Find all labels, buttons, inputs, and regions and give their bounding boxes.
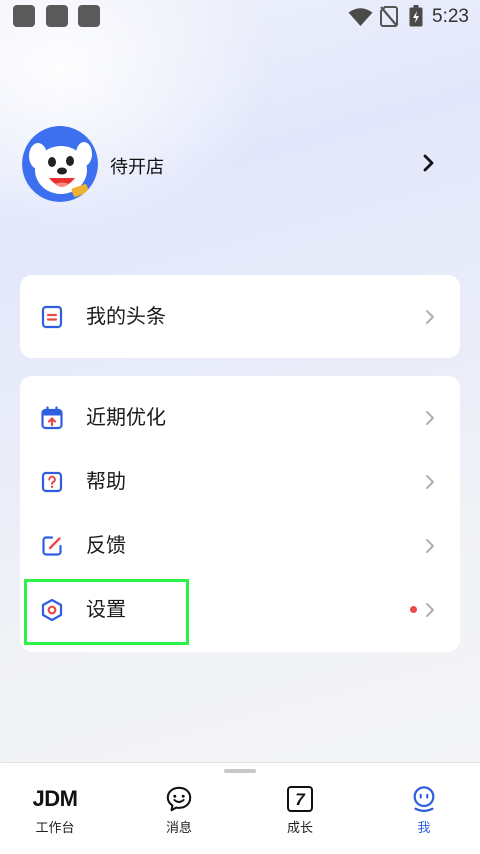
battery-charging-icon [409, 5, 423, 27]
headline-document-icon [40, 305, 64, 329]
chevron-right-icon [426, 603, 434, 617]
tab-label: 我 [417, 820, 431, 835]
profile-face-icon [413, 786, 435, 813]
no-sim-icon [380, 6, 398, 27]
status-time: 5:23 [432, 6, 469, 27]
jdm-logo: JDM [32, 786, 78, 811]
notification-icon [78, 5, 100, 27]
highlight-box [24, 579, 189, 645]
chevron-right-icon [426, 310, 434, 324]
notification-badge-dot [410, 606, 417, 613]
tab-label: 消息 [165, 820, 192, 835]
tab-label: 成长 [286, 820, 313, 835]
menu-item-label: 帮助 [86, 471, 126, 493]
tab-me[interactable]: 我 [374, 763, 474, 854]
help-icon [40, 470, 64, 494]
message-smile-icon [166, 786, 192, 812]
menu-item-label: 我的头条 [86, 306, 166, 328]
chevron-right-icon [426, 475, 434, 489]
menu-item-recent-optimization[interactable]: 近期优化 [20, 386, 460, 450]
wifi-icon [348, 8, 373, 26]
avatar[interactable] [22, 126, 98, 202]
menu-item-label: 近期优化 [86, 407, 166, 429]
store-name[interactable]: 待开店 [110, 155, 164, 179]
bottom-navigation: JDM 工作台 消息 7 成长 我 [0, 762, 480, 854]
joy-mascot-avatar-icon [22, 126, 98, 202]
chevron-right-icon [426, 411, 434, 425]
menu-item-feedback[interactable]: 反馈 [20, 514, 460, 578]
menu-item-my-headlines[interactable]: 我的头条 [20, 285, 460, 349]
headline-card: 我的头条 [20, 275, 460, 358]
tab-workbench[interactable]: JDM 工作台 [5, 763, 105, 854]
tab-messages[interactable]: 消息 [129, 763, 229, 854]
chevron-right-icon[interactable] [422, 154, 434, 172]
growth-icon: 7 [287, 786, 313, 812]
calendar-icon [40, 406, 64, 430]
notification-icon [13, 5, 35, 27]
chevron-right-icon [426, 539, 434, 553]
feedback-edit-icon [40, 534, 64, 558]
tab-label: 工作台 [35, 820, 75, 835]
menu-item-label: 反馈 [86, 535, 126, 557]
menu-item-help[interactable]: 帮助 [20, 450, 460, 514]
growth-icon-number: 7 [295, 789, 305, 809]
notification-icon [46, 5, 68, 27]
tab-growth[interactable]: 7 成长 [250, 763, 350, 854]
